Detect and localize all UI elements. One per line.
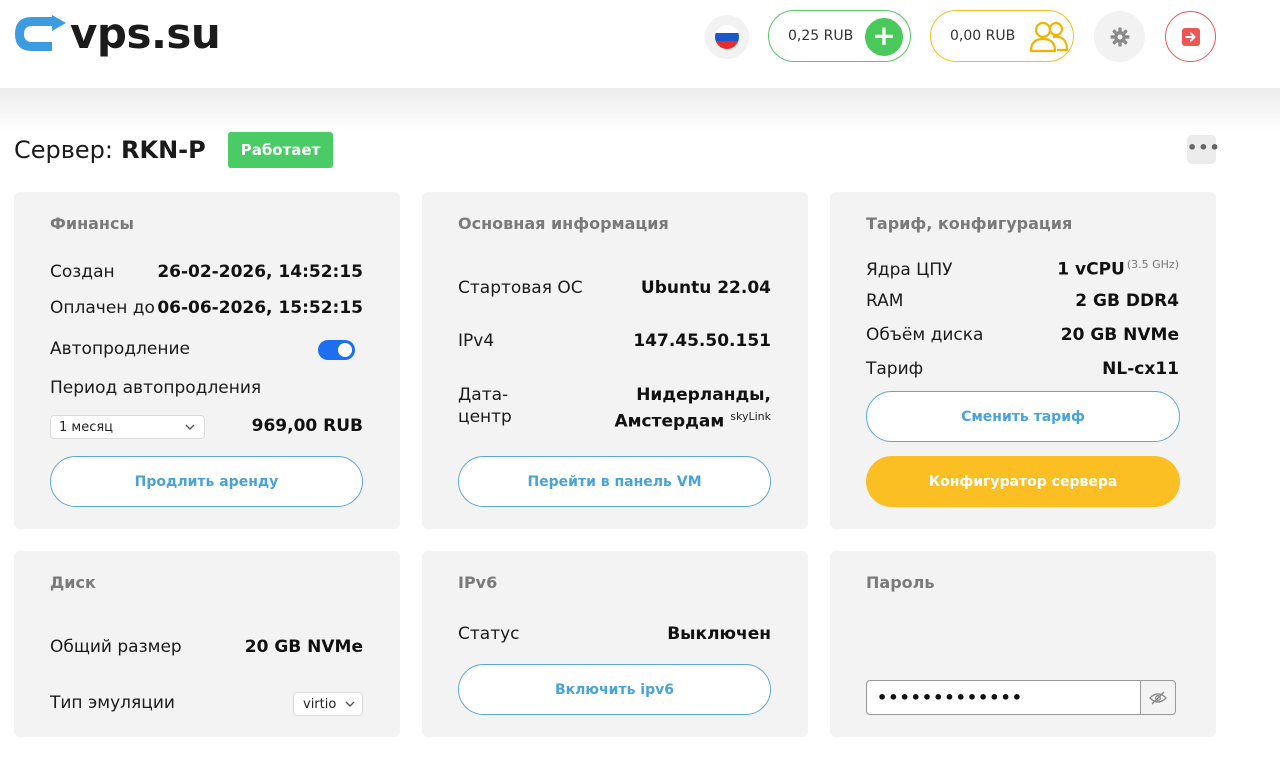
disk-size-row: Общий размер 20 GB NVMe <box>50 637 363 657</box>
users-icon[interactable] <box>1029 20 1069 54</box>
gear-icon <box>1110 27 1129 46</box>
ipv6-status-label: Статус <box>458 624 520 644</box>
ram-value: 2 GB DDR4 <box>1075 291 1179 311</box>
logo-arrow-icon <box>15 15 66 51</box>
ipv6-card: IPv6 Статус Выключен Включить ipv6 <box>422 551 808 737</box>
ipv4-label: IPv4 <box>458 331 495 351</box>
os-row: Стартовая ОС Ubuntu 22.04 <box>458 278 771 298</box>
referral-pill[interactable]: 0,00 RUB <box>930 10 1074 62</box>
top-header: vps.su 0,25 RUB + 0,00 RUB <box>0 0 1280 88</box>
tariff-title: Тариф, конфигурация <box>866 214 1073 233</box>
change-plan-button[interactable]: Сменить тариф <box>866 391 1180 442</box>
cpu-row: Ядра ЦПУ 1 vCPU (3.5 GHz) <box>866 258 1179 280</box>
disk-size-value: 20 GB NVMe <box>244 637 363 657</box>
password-title: Пароль <box>866 573 935 592</box>
finance-card: Финансы Создан 26-02-2026, 14:52:15 Опла… <box>14 192 400 529</box>
autorenew-label: Автопродление <box>50 339 190 359</box>
status-badge: Работает <box>227 132 334 168</box>
ram-row: RAM 2 GB DDR4 <box>866 291 1179 311</box>
datacenter-row: Дата- центр Нидерланды, Амстердам skyLink <box>458 384 771 433</box>
server-title-row: Сервер: RKN-P Работает <box>14 132 334 168</box>
cpu-frequency: (3.5 GHz) <box>1126 258 1179 271</box>
datacenter-city: Амстердам <box>614 411 725 432</box>
renew-period-label: Период автопродления <box>50 378 262 398</box>
emulation-select[interactable]: virtio <box>293 692 363 716</box>
disk-size-label: Общий размер <box>50 637 182 657</box>
paid-until-label: Оплачен до <box>50 298 155 318</box>
logo-text: vps.su <box>70 9 221 58</box>
password-field[interactable]: ••••••••••••• <box>866 680 1176 715</box>
renew-price: 969,00 RUB <box>251 416 363 436</box>
emulation-selected: virtio <box>303 696 337 712</box>
renew-period-selected: 1 месяц <box>59 419 114 435</box>
password-card: Пароль ••••••••••••• <box>830 551 1216 737</box>
created-value: 26-02-2026, 14:52:15 <box>157 262 363 282</box>
password-masked-value: ••••••••••••• <box>877 688 1023 707</box>
renew-period-row: Период автопродления <box>50 378 363 398</box>
main-info-card: Основная информация Стартовая ОС Ubuntu … <box>422 192 808 529</box>
russia-flag-icon <box>715 25 739 49</box>
referral-balance-value: 0,00 RUB <box>950 28 1016 44</box>
logout-icon <box>1181 27 1200 46</box>
renew-period-select[interactable]: 1 месяц <box>50 415 205 439</box>
plan-row: Тариф NL-cx11 <box>866 359 1179 379</box>
ipv4-value[interactable]: 147.45.50.151 <box>633 331 771 351</box>
renew-button[interactable]: Продлить аренду <box>50 456 363 507</box>
vm-panel-button[interactable]: Перейти в панель VM <box>458 456 771 507</box>
toggle-knob <box>338 343 352 357</box>
main-info-title: Основная информация <box>458 214 669 233</box>
cpu-value: 1 vCPU <box>1057 259 1125 280</box>
price-row: 969,00 RUB <box>244 416 363 436</box>
disk-volume-value: 20 GB NVMe <box>1060 325 1179 345</box>
emulation-label: Тип эмуляции <box>50 693 175 713</box>
ram-label: RAM <box>866 291 904 311</box>
datacenter-value: Нидерланды, Амстердам skyLink <box>614 384 771 433</box>
cpu-label: Ядра ЦПУ <box>866 259 953 280</box>
enable-ipv6-button[interactable]: Включить ipv6 <box>458 664 771 715</box>
tariff-card: Тариф, конфигурация Ядра ЦПУ 1 vCPU (3.5 … <box>830 192 1216 529</box>
more-options-button[interactable]: ••• <box>1187 135 1220 164</box>
chevron-down-icon <box>185 424 195 430</box>
datacenter-label: Дата- центр <box>458 384 512 428</box>
disk-title: Диск <box>50 573 96 592</box>
disk-volume-row: Объём диска 20 GB NVMe <box>866 325 1179 345</box>
eye-slash-icon <box>1149 691 1167 704</box>
header-shadow <box>0 88 1280 132</box>
logout-button[interactable] <box>1165 11 1216 62</box>
datacenter-country: Нидерланды, <box>636 385 771 405</box>
datacenter-label-line2: центр <box>458 407 512 427</box>
datacenter-label-line1: Дата- <box>458 385 509 405</box>
add-funds-button[interactable]: + <box>865 18 903 56</box>
disk-volume-label: Объём диска <box>866 325 984 345</box>
server-label: Сервер: <box>14 136 113 164</box>
ipv6-status-row: Статус Выключен <box>458 624 771 644</box>
language-switch[interactable] <box>705 15 749 59</box>
plan-label: Тариф <box>866 359 924 379</box>
chevron-down-icon <box>345 701 355 707</box>
balance-pill[interactable]: 0,25 RUB + <box>768 10 911 62</box>
server-name: RKN-P <box>121 136 206 164</box>
cpu-value-wrap: 1 vCPU (3.5 GHz) <box>1057 258 1179 280</box>
finance-title: Финансы <box>50 214 134 233</box>
datacenter-provider: skyLink <box>730 410 771 423</box>
paid-until-row: Оплачен до 06-06-2026, 15:52:15 <box>50 298 363 318</box>
ipv6-title: IPv6 <box>458 573 498 592</box>
logo[interactable]: vps.su <box>12 9 221 58</box>
ipv6-status-value: Выключен <box>667 624 771 644</box>
autorenew-row: Автопродление <box>50 339 363 359</box>
show-password-button[interactable] <box>1140 681 1175 714</box>
os-value: Ubuntu 22.04 <box>640 278 771 298</box>
settings-button[interactable] <box>1094 11 1145 62</box>
plan-value: NL-cx11 <box>1102 359 1179 379</box>
disk-card: Диск Общий размер 20 GB NVMe Тип эмуляци… <box>14 551 400 737</box>
server-configurator-button[interactable]: Конфигуратор сервера <box>866 456 1180 507</box>
autorenew-toggle[interactable] <box>318 340 355 360</box>
balance-value: 0,25 RUB <box>788 28 854 44</box>
created-label: Создан <box>50 262 115 282</box>
ipv4-row: IPv4 147.45.50.151 <box>458 331 771 351</box>
os-label: Стартовая ОС <box>458 278 583 298</box>
created-row: Создан 26-02-2026, 14:52:15 <box>50 262 363 282</box>
paid-until-value: 06-06-2026, 15:52:15 <box>157 298 363 318</box>
